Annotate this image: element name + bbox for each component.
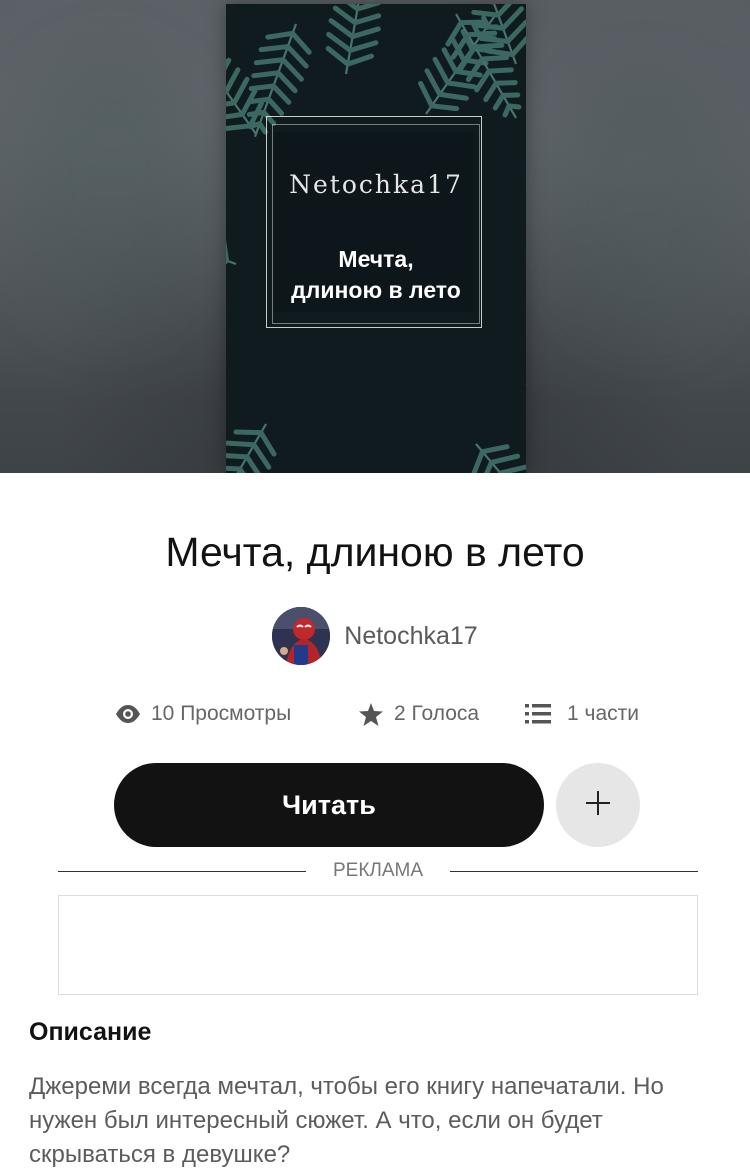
author-name[interactable]: Netochka17: [344, 622, 477, 651]
cover-author-text: Netochka17: [289, 170, 463, 199]
ad-label: РЕКЛАМА: [332, 860, 424, 881]
add-to-library-button[interactable]: [556, 763, 640, 847]
parts-count: 1 части: [567, 702, 639, 725]
votes-count: 2 Голоса: [394, 702, 480, 725]
cover-title-line-1: Мечта,: [338, 246, 414, 272]
views-count: 10 Просмотры: [151, 702, 292, 725]
ad-slot[interactable]: [58, 895, 698, 995]
cover-title-text: Мечта, длиною в лето: [226, 244, 526, 306]
list-icon: [525, 701, 551, 727]
story-page: Netochka17 Мечта, длиною в лето Мечта, д…: [0, 0, 750, 1176]
story-title: Мечта, длиною в лето: [165, 529, 585, 575]
read-button[interactable]: Читать: [114, 763, 544, 847]
views-stat: 10 Просмотры: [115, 696, 291, 732]
book-cover[interactable]: Netochka17 Мечта, длиною в лето: [226, 4, 526, 473]
story-stats: 10 Просмотры 2 Голоса 1 части: [0, 696, 750, 732]
author-row[interactable]: Netochka17: [0, 606, 750, 666]
votes-stat: 2 Голоса: [358, 696, 479, 732]
star-icon: [358, 701, 384, 727]
parts-stat: 1 части: [525, 696, 639, 732]
plus-icon: [586, 790, 610, 820]
ad-divider: РЕКЛАМА: [58, 858, 698, 884]
hero-header: Netochka17 Мечта, длиною в лето: [0, 0, 750, 473]
description-heading: Описание: [29, 1018, 152, 1046]
avatar-image: [272, 607, 331, 665]
author-avatar[interactable]: [272, 607, 331, 665]
eye-icon: [115, 701, 141, 727]
description-text: Джереми всегда мечтал, чтобы его книгу н…: [29, 1073, 664, 1168]
cover-title-line-2: длиною в лето: [291, 277, 461, 303]
